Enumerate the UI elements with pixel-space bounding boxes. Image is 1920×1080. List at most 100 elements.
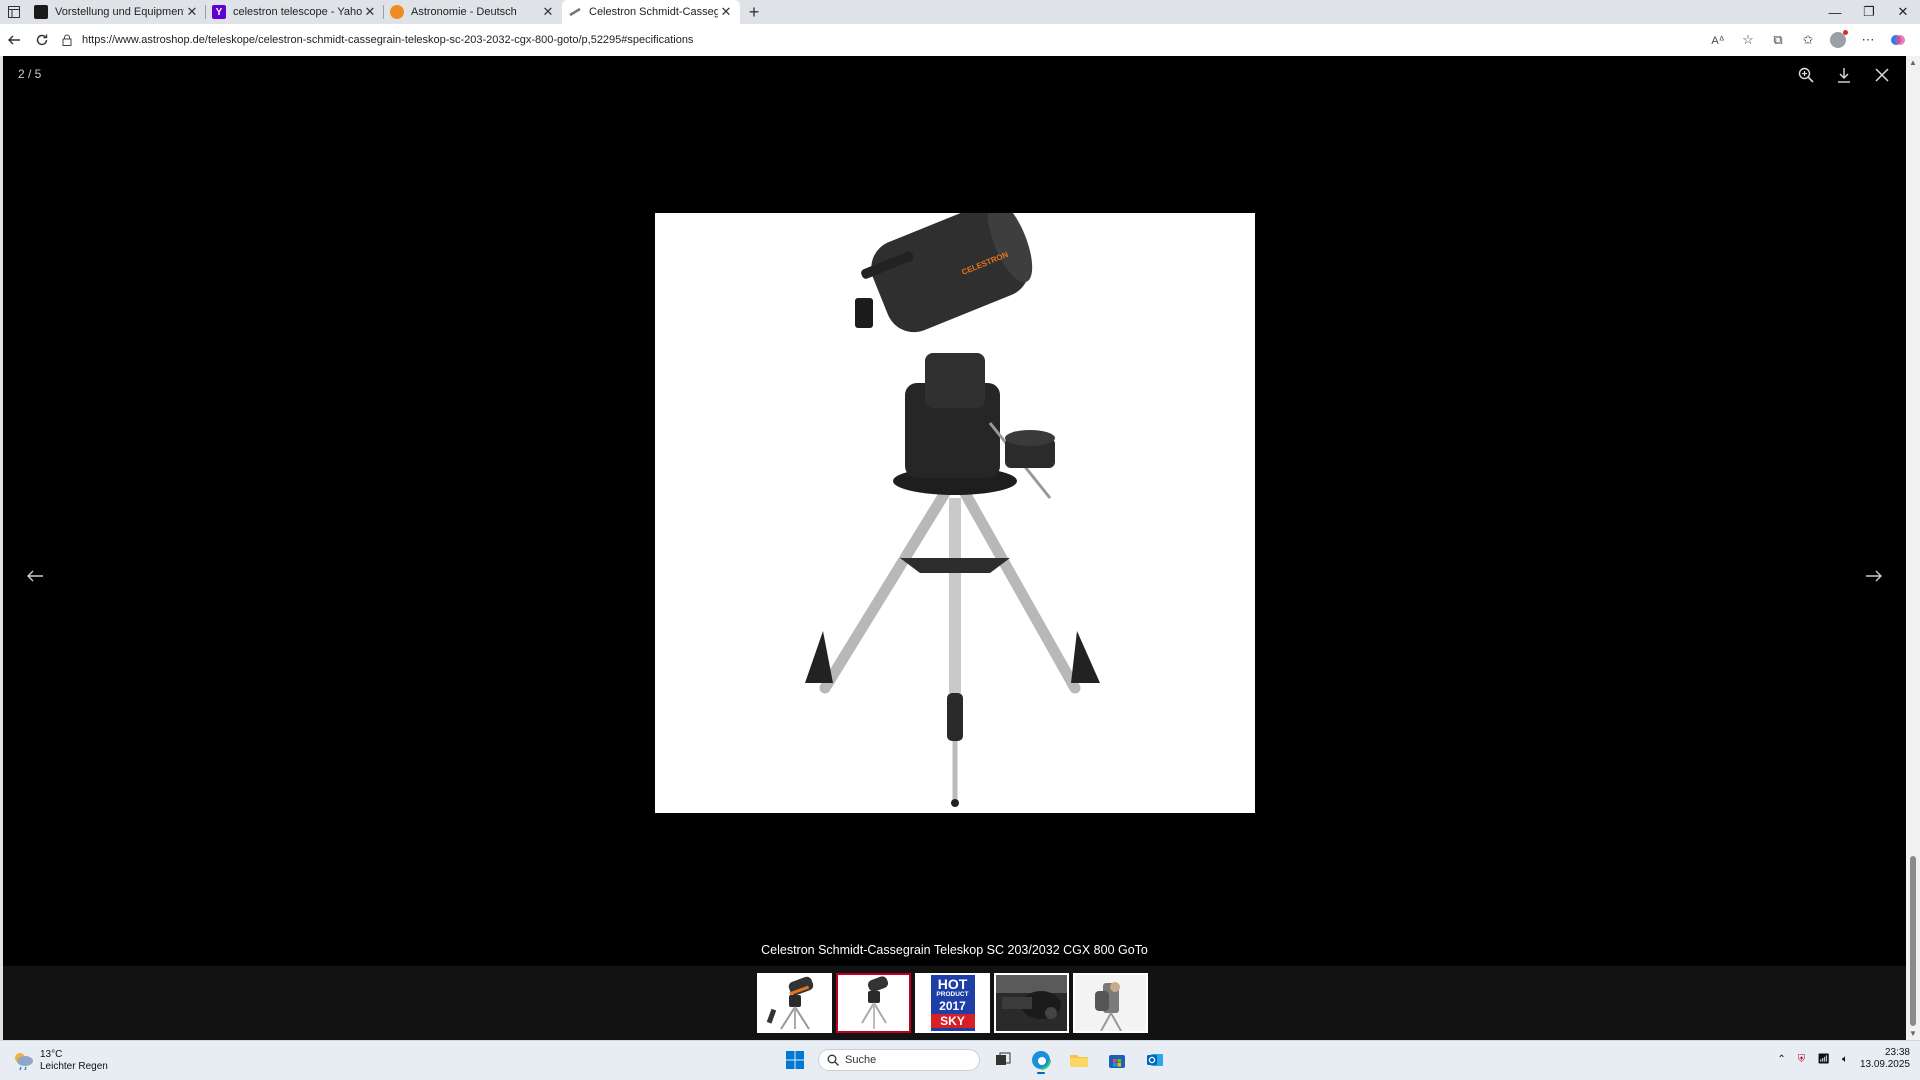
scroll-down-icon[interactable]: ▼ xyxy=(1906,1029,1920,1038)
tab-title: Vorstellung und Equipmentsuche xyxy=(55,6,184,18)
arrow-right-icon xyxy=(1866,570,1882,582)
weather-desc: Leichter Regen xyxy=(40,1061,108,1072)
minimize-icon: — xyxy=(1828,4,1842,20)
start-button[interactable] xyxy=(780,1045,810,1075)
astronomie-favicon-icon xyxy=(390,5,404,19)
store-button[interactable] xyxy=(1102,1045,1132,1075)
thumbnail-hot-product[interactable]: HOT PRODUCT 2017 SKY xyxy=(915,973,990,1033)
taskbar-search-input[interactable]: Suche xyxy=(818,1049,980,1071)
weather-text: 13°C Leichter Regen xyxy=(40,1049,108,1073)
thumbnail-4[interactable] xyxy=(994,973,1069,1033)
refresh-button[interactable] xyxy=(28,26,56,54)
file-explorer-button[interactable] xyxy=(1064,1045,1094,1075)
telescope-thumbnail xyxy=(838,975,909,1031)
tab-yahoo[interactable]: Y celestron telescope - Yahoo Suche ✕ xyxy=(206,0,384,24)
telescope-closeup-thumbnail xyxy=(996,975,1067,1031)
copilot-icon xyxy=(1891,35,1905,45)
lightbox-toolbar xyxy=(1792,62,1896,88)
close-tab-icon[interactable]: ✕ xyxy=(540,4,556,20)
new-tab-button[interactable]: + xyxy=(740,0,768,24)
tab-title: Astronomie - Deutsch xyxy=(411,6,517,18)
close-icon xyxy=(1875,68,1889,82)
scroll-up-icon[interactable]: ▲ xyxy=(1906,58,1920,67)
copilot-button[interactable] xyxy=(1886,28,1910,52)
security-alert-icon[interactable]: ⛨ xyxy=(1798,1054,1806,1065)
folder-icon xyxy=(1070,1055,1088,1067)
telescope-user-thumbnail xyxy=(1075,975,1146,1031)
close-tab-icon[interactable]: ✕ xyxy=(184,4,200,20)
search-placeholder: Suche xyxy=(845,1054,877,1066)
edge-taskbar-button[interactable] xyxy=(1026,1045,1056,1075)
favorites-button[interactable]: ✩ xyxy=(1796,28,1820,52)
clock[interactable]: 23:38 13.09.2025 xyxy=(1860,1047,1910,1071)
read-aloud-button[interactable]: Aᐞ xyxy=(1706,28,1730,52)
store-icon xyxy=(1109,1055,1125,1068)
rain-cloud-icon xyxy=(15,1053,33,1071)
show-hidden-icons-button[interactable]: ⌃ xyxy=(1777,1054,1785,1065)
year-text: 2017 xyxy=(939,998,966,1013)
forum-favicon-icon xyxy=(34,5,48,19)
weather-temp: 13°C xyxy=(40,1049,63,1060)
hot-text: HOT xyxy=(937,976,968,992)
address-bar: https://www.astroshop.de/teleskope/celes… xyxy=(0,24,1920,56)
tab-title: celestron telescope - Yahoo Suche xyxy=(233,6,362,18)
refresh-icon xyxy=(36,34,48,46)
clock-date: 13.09.2025 xyxy=(1859,1059,1910,1070)
product-image[interactable]: CELESTRON xyxy=(655,199,1255,813)
telescope-illustration: CELESTRON xyxy=(805,199,1100,807)
read-aloud-icon: Aᐞ xyxy=(1711,34,1725,47)
close-window-button[interactable]: ✕ xyxy=(1886,0,1920,24)
windows-logo-icon xyxy=(786,1051,804,1069)
system-tray: ⌃ ⛨ 📶︎ 🔈︎ 23:38 13.09.2025 xyxy=(1777,1047,1910,1071)
thumbnail-2[interactable] xyxy=(836,973,911,1033)
download-button[interactable] xyxy=(1830,62,1858,88)
tab-vorstellung[interactable]: Vorstellung und Equipmentsuche ✕ xyxy=(28,0,206,24)
taskbar-center: Suche xyxy=(780,1045,1170,1075)
page-scrollbar[interactable]: ▲ ▼ xyxy=(1906,56,1920,1040)
thumbnail-5[interactable] xyxy=(1073,973,1148,1033)
sky-text: SKY xyxy=(930,1013,975,1028)
more-menu-button[interactable]: ⋯ xyxy=(1856,28,1880,52)
url-text: https://www.astroshop.de/teleskope/celes… xyxy=(82,34,694,46)
back-button[interactable] xyxy=(0,26,28,54)
image-counter: 2 / 5 xyxy=(18,67,42,81)
arrow-left-icon xyxy=(27,570,43,582)
next-image-button[interactable] xyxy=(1854,556,1894,596)
task-view-icon xyxy=(996,1052,1011,1065)
outlook-icon xyxy=(1147,1054,1163,1066)
task-view-button[interactable] xyxy=(988,1045,1018,1075)
profile-button[interactable] xyxy=(1826,28,1850,52)
tab-title: Celestron Schmidt-Cassegrain Teleskop xyxy=(589,6,718,18)
notification-dot-icon xyxy=(1843,30,1848,35)
minimize-button[interactable]: — xyxy=(1818,0,1852,24)
close-tab-icon[interactable]: ✕ xyxy=(718,4,734,20)
tab-astronomie[interactable]: Astronomie - Deutsch ✕ xyxy=(384,0,562,24)
hot-product-badge: HOT PRODUCT 2017 SKY xyxy=(930,975,975,1031)
tab-actions-icon xyxy=(8,6,20,18)
previous-image-button[interactable] xyxy=(15,556,55,596)
thumbnail-1[interactable] xyxy=(757,973,832,1033)
tab-actions-button[interactable] xyxy=(0,0,28,24)
weather-widget[interactable]: 13°C Leichter Regen xyxy=(12,1049,108,1073)
favorites-list-icon: ✩ xyxy=(1802,32,1814,47)
extensions-button[interactable]: ⧉ xyxy=(1766,28,1790,52)
close-lightbox-button[interactable] xyxy=(1868,62,1896,88)
windows-taskbar: 13°C Leichter Regen Suche ⌃ ⛨ 📶︎ 🔈︎ 23:3… xyxy=(0,1040,1920,1080)
extensions-icon: ⧉ xyxy=(1773,32,1783,47)
wifi-icon[interactable]: 📶︎ xyxy=(1817,1054,1830,1065)
product-text: PRODUCT xyxy=(936,991,969,998)
zoom-button[interactable] xyxy=(1792,62,1820,88)
image-caption: Celestron Schmidt-Cassegrain Teleskop SC… xyxy=(761,943,1148,957)
lock-icon[interactable] xyxy=(62,34,72,46)
close-icon: ✕ xyxy=(1897,4,1909,19)
close-tab-icon[interactable]: ✕ xyxy=(362,4,378,20)
scrollbar-thumb[interactable] xyxy=(1910,856,1916,1026)
volume-icon[interactable]: 🔈︎ xyxy=(1842,1054,1848,1065)
restore-button[interactable]: ❐ xyxy=(1852,0,1886,24)
yahoo-favicon-icon: Y xyxy=(212,5,226,19)
url-field[interactable]: https://www.astroshop.de/teleskope/celes… xyxy=(56,28,1706,52)
favorite-button[interactable]: ☆ xyxy=(1736,28,1760,52)
tab-celestron[interactable]: Celestron Schmidt-Cassegrain Teleskop ✕ xyxy=(562,0,740,24)
outlook-button[interactable] xyxy=(1140,1045,1170,1075)
restore-icon: ❐ xyxy=(1863,4,1875,19)
